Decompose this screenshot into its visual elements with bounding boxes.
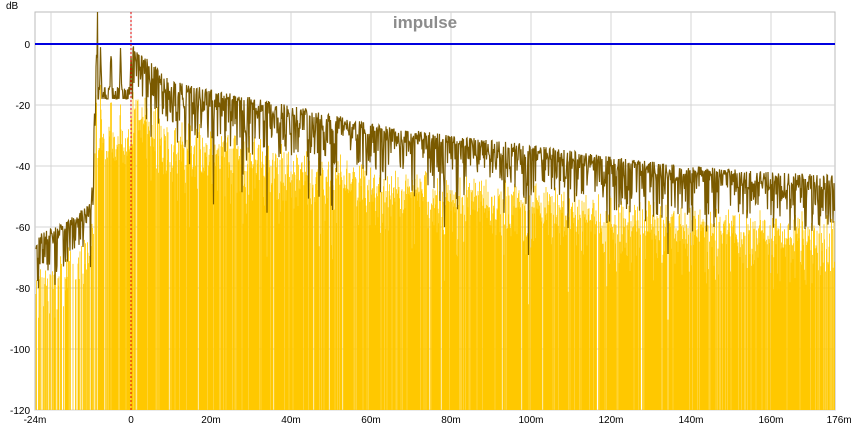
y-tick-label: -80 [16, 284, 31, 295]
x-tick-label: 60m [361, 415, 380, 426]
x-tick-label: 120m [598, 415, 623, 426]
chart-title: impulse [393, 13, 457, 32]
x-tick-label: 20m [201, 415, 220, 426]
y-tick-label: -100 [10, 345, 30, 356]
impulse-chart: dB -24m 0 20m 40m 60m 80m 100m 120m 140m 160m 176m… [6, 1, 851, 426]
y-tick-label: -60 [16, 223, 31, 234]
x-tick-label: 140m [678, 415, 703, 426]
x-tick-label: 100m [518, 415, 543, 426]
x-tick-label: 80m [441, 415, 460, 426]
y-axis-label: dB [6, 1, 19, 12]
x-tick-label: 0 [128, 415, 134, 426]
y-tick-label: 0 [24, 40, 30, 51]
y-tick-label: -120 [10, 406, 30, 417]
x-tick-label: 40m [281, 415, 300, 426]
x-tick-label: 160m [758, 415, 783, 426]
chart-container: dB -24m 0 20m 40m 60m 80m 100m 120m 140m 160m 176m… [0, 0, 851, 428]
x-tick-label: 176m s [827, 415, 851, 426]
y-tick-label: -20 [16, 101, 31, 112]
y-tick-label: -40 [16, 162, 31, 173]
